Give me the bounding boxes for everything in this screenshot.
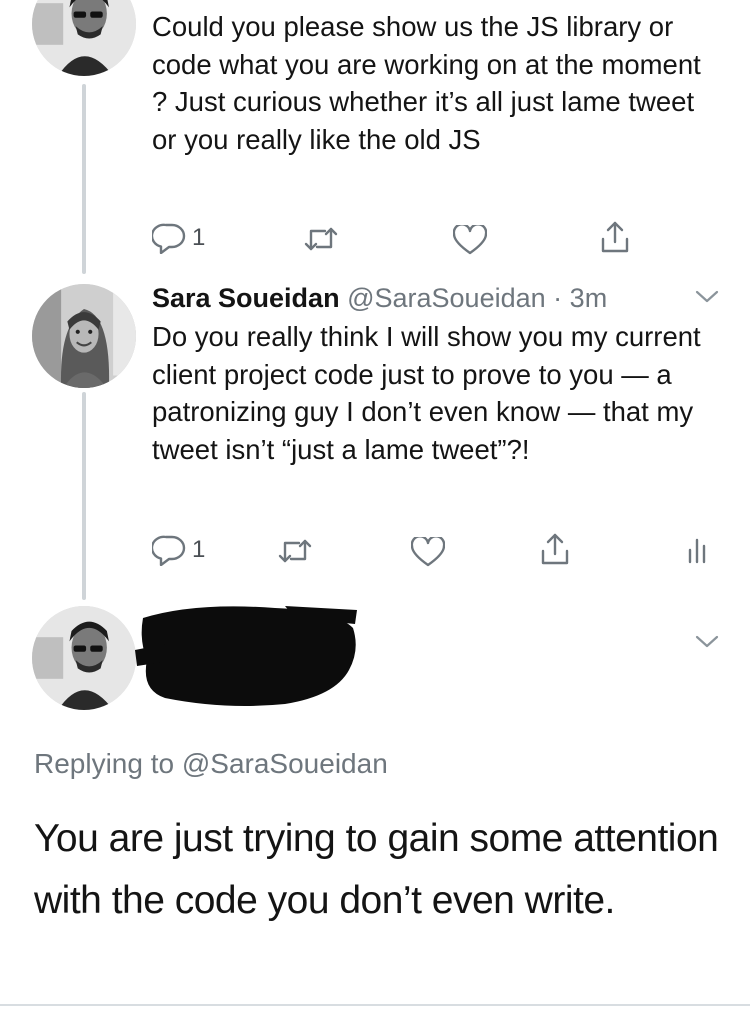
reply-button[interactable]: 1 — [152, 222, 205, 254]
reply-body: You are just trying to gain some attenti… — [34, 817, 719, 922]
reply-icon — [152, 223, 186, 254]
avatar-image — [32, 284, 136, 388]
avatar[interactable] — [32, 284, 136, 388]
tweet-menu-button[interactable] — [692, 630, 722, 652]
avatar-image — [32, 0, 136, 76]
analytics-icon — [688, 538, 706, 564]
author-name[interactable]: Sara Soueidan — [152, 283, 340, 313]
share-icon — [541, 533, 569, 565]
share-icon — [601, 221, 629, 253]
tweet-header: Sara Soueidan @SaraSoueidan · 3m — [152, 281, 607, 315]
reply-count: 1 — [192, 536, 206, 563]
reply-icon — [152, 535, 186, 566]
retweet-button[interactable] — [277, 537, 313, 565]
avatar-image — [32, 606, 136, 710]
chevron-down-icon — [695, 290, 719, 303]
share-button[interactable] — [540, 532, 570, 566]
redacted-name-scribble — [135, 606, 357, 706]
avatar[interactable] — [32, 0, 136, 76]
analytics-button[interactable] — [687, 536, 711, 564]
chevron-down-icon — [695, 635, 719, 648]
timestamp[interactable]: 3m — [570, 283, 608, 313]
separator-dot: · — [553, 283, 563, 313]
tweet-menu-button[interactable] — [692, 285, 722, 307]
reply-count: 1 — [192, 224, 206, 251]
author-handle[interactable]: @SaraSoueidan — [347, 283, 546, 313]
tweet-body: Could you please show us the JS library … — [152, 11, 701, 155]
share-button[interactable] — [600, 220, 630, 254]
replying-to-label[interactable]: Replying to @SaraSoueidan — [34, 748, 388, 780]
thread-line-2 — [82, 392, 86, 600]
divider — [0, 1004, 750, 1006]
retweet-icon — [278, 539, 312, 563]
retweet-icon — [304, 227, 338, 251]
thread-line-1 — [82, 84, 86, 274]
like-button[interactable] — [453, 225, 487, 255]
like-icon — [411, 537, 445, 567]
avatar[interactable] — [32, 606, 136, 710]
retweet-button[interactable] — [303, 225, 339, 253]
like-icon — [453, 225, 487, 255]
reply-button[interactable]: 1 — [152, 534, 205, 566]
tweet-body: Do you really think I will show you my c… — [152, 321, 701, 465]
like-button[interactable] — [411, 537, 445, 567]
